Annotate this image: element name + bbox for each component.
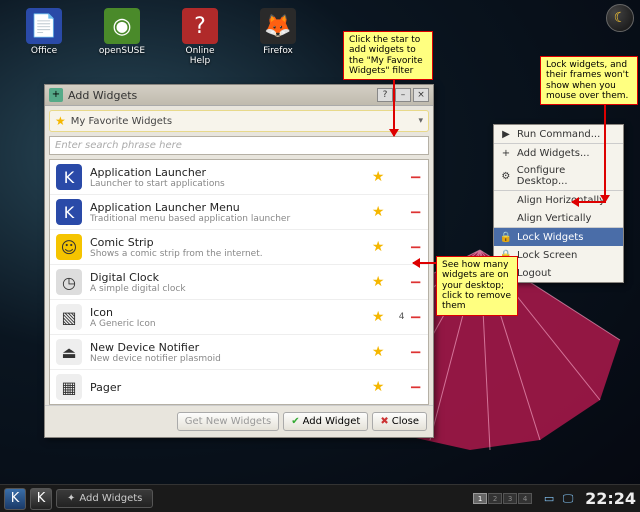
menu-item-icon: 🔒	[500, 231, 512, 243]
widget-desc: Traditional menu based application launc…	[90, 214, 367, 224]
dialog-buttons: Get New Widgets ✔Add Widget ✖Close	[45, 405, 433, 437]
widget-name: Application Launcher	[90, 166, 367, 179]
widget-icon: ▦	[56, 374, 82, 400]
desktop-icon-firefox[interactable]: 🦊Firefox	[254, 8, 302, 66]
remove-button[interactable]: −	[409, 203, 422, 221]
pager-1[interactable]: 1	[473, 493, 487, 504]
add-widget-button[interactable]: ✔Add Widget	[283, 412, 368, 431]
get-new-widgets-button[interactable]: Get New Widgets	[177, 412, 279, 431]
tray-klipper-icon[interactable]: ▭	[542, 492, 556, 506]
arrow-icon	[572, 201, 606, 203]
widget-name: New Device Notifier	[90, 341, 367, 354]
remove-button[interactable]: −	[409, 343, 422, 361]
dialog-icon: +	[49, 88, 63, 102]
dialog-minimize-button[interactable]: –	[395, 88, 411, 102]
taskbar: K K ✦Add Widgets 1 2 3 4 ▭ 🖵 22:24	[0, 484, 640, 512]
dialog-titlebar[interactable]: + Add Widgets ? – ×	[45, 85, 433, 106]
menu-item-icon: ⚙	[500, 170, 512, 182]
taskbar-clock[interactable]: 22:24	[585, 489, 636, 508]
pager-2[interactable]: 2	[488, 493, 502, 504]
widget-item[interactable]: ▦ Pager ★ −	[50, 370, 428, 404]
context-menu-item[interactable]: Align Vertically	[494, 209, 623, 227]
context-menu-item[interactable]: 🔒Lock Widgets	[494, 227, 623, 246]
widget-item[interactable]: K Application Launcher Launcher to start…	[50, 160, 428, 195]
favorite-star[interactable]: ★	[372, 239, 385, 255]
menu-item-icon: +	[500, 147, 512, 159]
widget-item[interactable]: ⏏ New Device Notifier New device notifie…	[50, 335, 428, 370]
widget-icon: ◷	[56, 269, 82, 295]
remove-button[interactable]: −	[409, 273, 422, 291]
widget-name: Pager	[90, 381, 367, 394]
kmenu-alt-button[interactable]: K	[30, 488, 52, 510]
widget-item[interactable]: ▧ Icon A Generic Icon ★ 4 −	[50, 300, 428, 335]
dialog-help-button[interactable]: ?	[377, 88, 393, 102]
widget-icon: K	[56, 199, 82, 225]
menu-item-icon: ▶	[500, 128, 512, 140]
desktop-icons: 📄Office ◉openSUSE ?Online Help 🦊Firefox	[20, 8, 302, 66]
menu-item-icon	[500, 212, 512, 224]
pager-4[interactable]: 4	[518, 493, 532, 504]
menu-item-icon	[500, 194, 512, 206]
callout-lock: Lock widgets, and their frames won't sho…	[540, 56, 638, 105]
system-tray: ▭ 🖵	[542, 492, 575, 506]
desktop-icon-onlinehelp[interactable]: ?Online Help	[176, 8, 224, 66]
widget-desc: Shows a comic strip from the internet.	[90, 249, 367, 259]
chevron-down-icon: ▾	[418, 116, 423, 126]
widget-item[interactable]: ☺ Comic Strip Shows a comic strip from t…	[50, 230, 428, 265]
callout-count: See how many widgets are on your desktop…	[436, 256, 518, 316]
widget-count: 4	[394, 312, 404, 322]
filter-dropdown[interactable]: ★ My Favorite Widgets ▾	[49, 110, 429, 132]
widget-desc: A simple digital clock	[90, 284, 367, 294]
arrow-icon	[413, 262, 436, 264]
pager-3[interactable]: 3	[503, 493, 517, 504]
remove-button[interactable]: −	[409, 238, 422, 256]
desktop-icon-office[interactable]: 📄Office	[20, 8, 68, 66]
widget-name: Comic Strip	[90, 236, 367, 249]
taskbar-task[interactable]: ✦Add Widgets	[56, 489, 153, 508]
dialog-close-button[interactable]: ×	[413, 88, 429, 102]
widget-name: Digital Clock	[90, 271, 367, 284]
widget-desc: A Generic Icon	[90, 319, 367, 329]
favorite-star[interactable]: ★	[372, 344, 385, 360]
tray-display-icon[interactable]: 🖵	[561, 492, 575, 506]
favorite-star[interactable]: ★	[372, 204, 385, 220]
favorite-star[interactable]: ★	[372, 169, 385, 185]
close-button[interactable]: ✖Close	[372, 412, 427, 431]
favorite-star[interactable]: ★	[372, 274, 385, 290]
star-icon: ★	[55, 114, 66, 128]
dialog-title: Add Widgets	[68, 89, 375, 102]
widget-icon: ☺	[56, 234, 82, 260]
callout-star: Click the star to add widgets to the "My…	[343, 31, 433, 80]
desktop-icon-opensuse[interactable]: ◉openSUSE	[98, 8, 146, 66]
remove-button[interactable]: −	[409, 168, 422, 186]
kmenu-button[interactable]: K	[4, 488, 26, 510]
add-widgets-dialog: + Add Widgets ? – × ★ My Favorite Widget…	[44, 84, 434, 438]
widget-name: Icon	[90, 306, 367, 319]
arrow-icon	[604, 95, 606, 202]
remove-button[interactable]: −	[409, 378, 422, 396]
widget-item[interactable]: K Application Launcher Menu Traditional …	[50, 195, 428, 230]
favorite-star[interactable]: ★	[372, 309, 385, 325]
widget-name: Application Launcher Menu	[90, 201, 367, 214]
widget-item[interactable]: ◷ Digital Clock A simple digital clock ★…	[50, 265, 428, 300]
widget-desc: New device notifier plasmoid	[90, 354, 367, 364]
widget-icon: K	[56, 164, 82, 190]
widget-list: K Application Launcher Launcher to start…	[49, 159, 429, 405]
widget-icon: ⏏	[56, 339, 82, 365]
favorite-star[interactable]: ★	[372, 379, 385, 395]
widget-icon: ▧	[56, 304, 82, 330]
widget-desc: Launcher to start applications	[90, 179, 367, 189]
desktop-clock-widget[interactable]: ☾	[606, 4, 634, 32]
pager[interactable]: 1 2 3 4	[473, 493, 532, 504]
remove-button[interactable]: −	[409, 308, 422, 326]
search-input[interactable]: Enter search phrase here	[49, 136, 429, 155]
